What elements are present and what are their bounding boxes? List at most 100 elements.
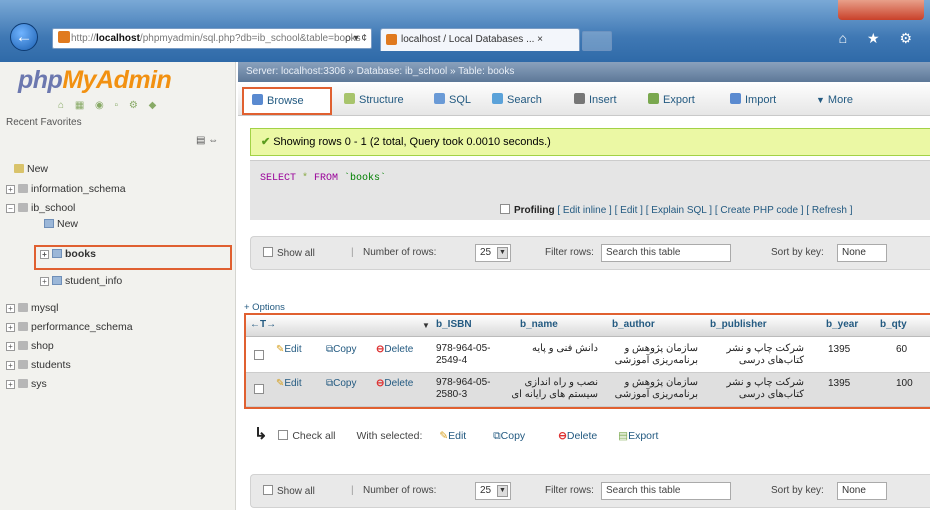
delete-icon: ⊖ [558,430,567,442]
insert-icon [574,93,585,104]
tab-import[interactable]: Import [730,90,776,110]
cell-b-qty: 60 [896,344,908,355]
browser-tools-icons[interactable]: ⌂ ★ ⚙ [839,30,920,47]
divider: | [351,247,354,258]
options-link[interactable]: + Options [244,302,285,313]
new-tab-button[interactable] [582,31,612,51]
database-icon [18,184,28,193]
cell-b-name: نصب و راه اندازی سیستم های رایانه ای [511,377,598,400]
tree-item-ib-school[interactable]: − ib_school [6,202,75,214]
divider: | [351,485,354,496]
recent-favorites-tabs[interactable]: Recent Favorites [6,117,82,128]
tree-item-student-info[interactable]: + student_info [40,275,122,287]
expand-icon: + [6,323,15,332]
address-bar[interactable]: http://localhost/phpmyadmin/sql.php?db=i… [52,28,372,49]
copy-row-link[interactable]: ⧉Copy [326,344,357,356]
filter-rows-input[interactable]: Search this table [601,482,731,500]
tree-item-shop[interactable]: + shop [6,340,54,352]
database-icon [18,379,28,388]
filter-rows-label: Filter rows: [545,485,594,496]
logo-myadmin: MyAdmin [62,66,172,94]
back-arrow-icon: ← [15,27,33,46]
tab-export[interactable]: Export [648,90,695,110]
url-prefix: http:// [71,33,97,44]
main-panel: Server: localhost:3306 » Database: ib_sc… [238,62,930,510]
filter-rows-label: Filter rows: [545,247,594,258]
cell-b-author: سازمان پژوهش و برنامه‌ریزی آموزشی [614,377,698,400]
profiling-bar: Profiling [ Edit inline ] [ Edit ] [ Exp… [500,204,852,216]
row-checkbox[interactable] [254,384,268,397]
check-icon: ✔ [261,136,271,148]
cell-b-isbn: 978-964-05- 2580-3 [436,377,491,400]
row-checkbox[interactable] [254,350,268,363]
edit-row-link[interactable]: ✎Edit [276,344,302,356]
column-header-b-publisher[interactable]: b_publisher [710,319,767,330]
column-nav-arrows[interactable]: ←T→ [250,319,276,330]
tab-structure[interactable]: Structure [344,90,404,110]
check-all-checkbox[interactable]: Check all [278,430,336,442]
collapse-all-icon[interactable]: ▤ ⇔ [196,135,218,146]
cell-b-isbn: 978-964-05- 2549-4 [436,343,491,366]
tree-item-new-table[interactable]: New [44,218,78,230]
sql-query[interactable]: SELECT * FROM `books` [260,173,386,184]
tree-item-sys[interactable]: + sys [6,378,47,390]
bulk-export-button[interactable]: ▤Export [618,430,658,442]
bulk-copy-button[interactable]: ⧉Copy [493,430,525,442]
sql-query-box: SELECT * FROM `books` Profiling [ Edit i… [250,160,930,220]
cell-b-publisher: شرکت چاپ و نشر کتاب‌های درسی [726,377,804,400]
bulk-edit-button[interactable]: ✎Edit [439,430,466,442]
rows-per-page-select[interactable]: 25 ▼ [475,244,511,262]
column-header-b-name[interactable]: b_name [520,319,558,330]
delete-row-link[interactable]: ⊖Delete [376,378,413,390]
profiling-checkbox[interactable] [500,204,510,214]
tab-more[interactable]: ▼ More [816,90,853,110]
cell-b-year: 1395 [828,378,851,389]
search-icon [492,93,503,104]
books-highlight-frame [34,245,232,270]
navigation-sidebar: phpMyAdmin ⌂ ▦ ◉ ▫ ⚙ ◆ Recent Favorites … [0,62,236,510]
tab-search[interactable]: Search [492,90,542,110]
import-icon [730,93,741,104]
database-icon [18,203,28,212]
tree-item-students[interactable]: + students [6,359,71,371]
column-header-b-qty[interactable]: b_qty [880,319,907,330]
filter-rows-input[interactable]: Search this table [601,244,731,262]
address-controls[interactable]: ρ ▾ ¢ [345,29,367,48]
column-header-b-author[interactable]: b_author [612,319,655,330]
column-header-b-year[interactable]: b_year [826,319,858,330]
tree-item-new[interactable]: New [14,163,48,175]
bulk-delete-button[interactable]: ⊖Delete [558,430,597,442]
show-all-checkbox[interactable]: Show all [263,485,315,497]
tab-favicon-icon [386,34,397,45]
sort-by-key-select[interactable]: None [837,482,887,500]
column-header-b-isbn[interactable]: b_ISBN [436,319,472,330]
cell-b-year: 1395 [828,344,851,355]
rows-per-page-select[interactable]: 25 ▼ [475,482,511,500]
browser-tab[interactable]: localhost / Local Databases ... × [380,28,580,51]
delete-row-link[interactable]: ⊖Delete [376,344,413,356]
window-controls[interactable] [838,0,924,20]
back-button[interactable]: ← [10,23,38,51]
logo-php: php [18,66,63,94]
with-selected-label: With selected: [356,430,423,442]
tab-sql[interactable]: SQL [434,90,471,110]
sort-by-key-select[interactable]: None [837,244,887,262]
phpmyadmin-logo[interactable]: phpMyAdmin [18,66,172,95]
tab-insert[interactable]: Insert [574,90,617,110]
show-all-checkbox[interactable]: Show all [263,247,315,259]
query-links[interactable]: [ Edit inline ] [ Edit ] [ Explain SQL ]… [557,205,852,216]
sidebar-quick-icons[interactable]: ⌂ ▦ ◉ ▫ ⚙ ◆ [58,100,160,111]
chevron-down-icon: ▼ [497,247,508,259]
browse-icon [252,94,263,105]
collapse-icon: − [6,204,15,213]
tab-browse[interactable]: Browse [242,87,332,115]
expand-icon: + [6,304,15,313]
tree-item-mysql[interactable]: + mysql [6,302,58,314]
edit-row-link[interactable]: ✎Edit [276,378,302,390]
breadcrumb[interactable]: Server: localhost:3306 » Database: ib_sc… [238,62,930,82]
tree-item-performance-schema[interactable]: + performance_schema [6,321,133,333]
copy-row-link[interactable]: ⧉Copy [326,378,357,390]
tree-item-information-schema[interactable]: + information_schema [6,183,126,195]
chevron-down-icon: ▼ [497,485,508,497]
sort-arrow-icon[interactable]: ▼ [422,321,430,330]
